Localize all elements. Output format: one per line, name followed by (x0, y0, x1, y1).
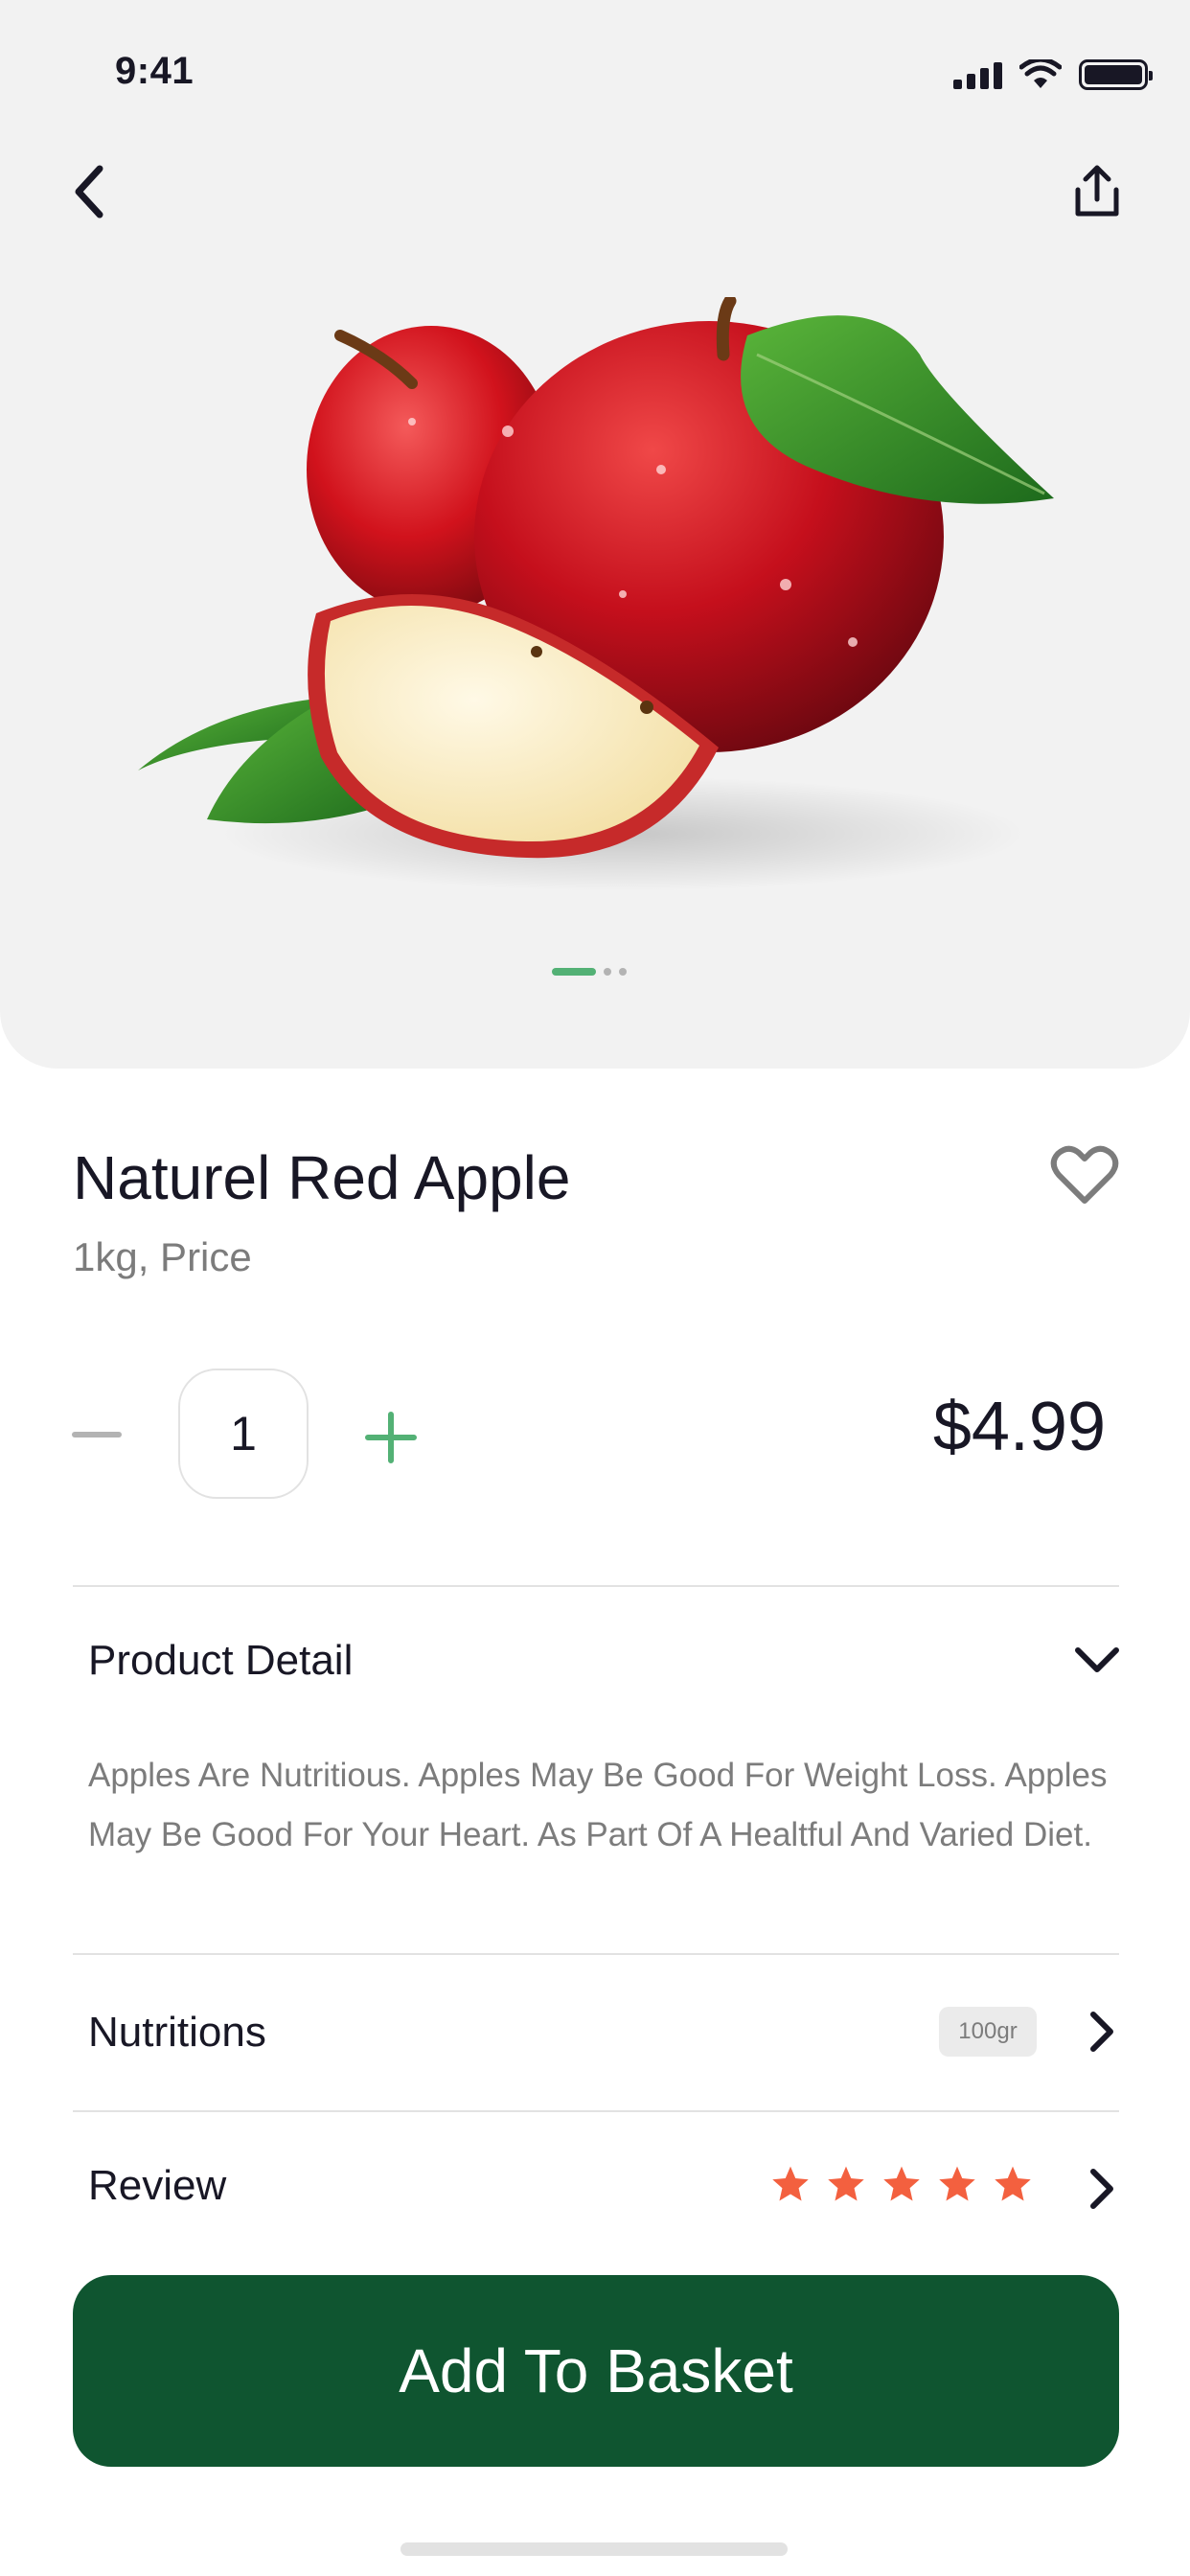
quantity-field[interactable]: 1 (178, 1368, 309, 1499)
wifi-icon (1019, 59, 1062, 88)
star-icon (883, 2166, 920, 2201)
decrease-quantity-button[interactable] (71, 1409, 123, 1460)
status-time: 9:41 (115, 50, 195, 92)
nutritions-open-button[interactable] (1083, 2007, 1121, 2057)
carousel-dot[interactable] (604, 968, 611, 976)
increase-quantity-button[interactable] (362, 1409, 420, 1466)
heart-icon (1050, 1145, 1119, 1204)
carousel-indicator[interactable] (552, 968, 627, 976)
status-icons (953, 59, 1153, 90)
product-description: Apples Are Nutritious. Apples May Be Goo… (88, 1757, 1108, 1853)
battery-icon (1079, 59, 1153, 90)
cellular-signal-icon (953, 60, 1002, 89)
divider (73, 1953, 1119, 1955)
product-unit: 1kg, Price (73, 1234, 252, 1279)
chevron-right-icon (1090, 2169, 1113, 2209)
add-to-basket-button[interactable]: Add To Basket (73, 2275, 1119, 2467)
review-open-button[interactable] (1083, 2164, 1121, 2214)
carousel-dot-active[interactable] (552, 968, 596, 976)
product-price: $4.99 (932, 1389, 1106, 1465)
back-arrow-icon (75, 165, 103, 218)
carousel-dot[interactable] (619, 968, 627, 976)
divider (73, 1585, 1119, 1587)
share-icon (1075, 165, 1119, 217)
product-title: Naturel Red Apple (73, 1143, 571, 1212)
star-icon (828, 2166, 864, 2201)
home-indicator[interactable] (400, 2542, 788, 2556)
minus-icon (72, 1432, 122, 1438)
collapse-detail-button[interactable] (1073, 1641, 1121, 1679)
share-button[interactable] (1064, 158, 1131, 225)
chevron-down-icon (1075, 1647, 1119, 1672)
review-row[interactable]: Review (88, 2162, 226, 2210)
star-icon (772, 2166, 809, 2201)
nutrition-badge: 100gr (939, 2007, 1037, 2057)
star-icon (995, 2166, 1031, 2201)
divider (73, 2110, 1119, 2112)
nutritions-row[interactable]: Nutritions (88, 2009, 266, 2057)
back-button[interactable] (61, 158, 115, 225)
product-detail-header[interactable]: Product Detail (88, 1637, 353, 1685)
star-icon (939, 2166, 975, 2201)
product-hero: 9:41 (0, 0, 1190, 1069)
product-image (138, 297, 1054, 891)
plus-icon (365, 1412, 417, 1463)
favorite-button[interactable] (1048, 1142, 1121, 1209)
rating-stars (770, 2164, 1033, 2204)
chevron-right-icon (1090, 2012, 1113, 2052)
